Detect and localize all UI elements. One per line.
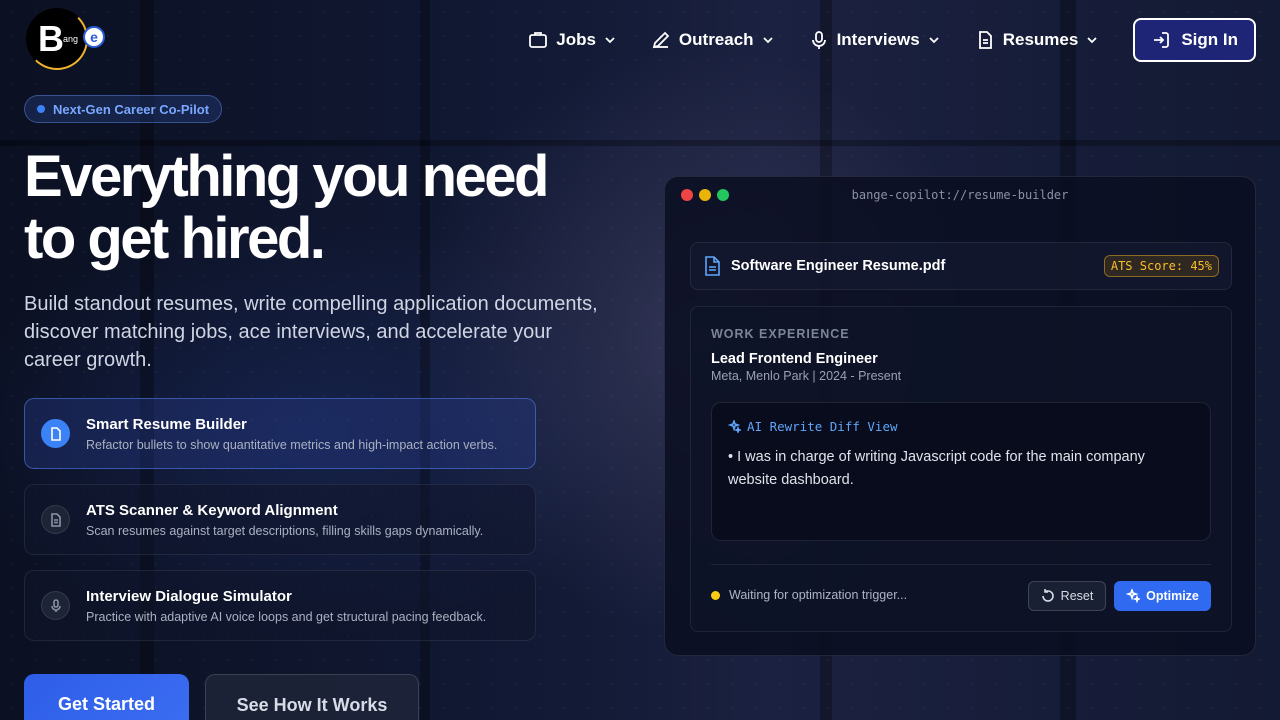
divider	[711, 564, 1211, 565]
chevron-down-icon	[1087, 37, 1097, 44]
see-how-it-works-button[interactable]: See How It Works	[205, 674, 419, 720]
headline-line-2: to get hired.	[24, 206, 326, 271]
diff-title-label: AI Rewrite Diff View	[747, 419, 898, 434]
document-icon	[978, 31, 992, 49]
logo-letter: B	[38, 18, 64, 59]
nav-label: Jobs	[556, 30, 596, 49]
diff-text: • I was in charge of writing Javascript …	[728, 449, 1145, 488]
nav-label: Outreach	[678, 30, 754, 49]
sparkle-icon	[728, 420, 741, 433]
section-label: WORK EXPERIENCE	[711, 327, 850, 341]
chevron-down-icon	[605, 37, 615, 44]
ai-rewrite-diff-panel: AI Rewrite Diff View • I was in charge o…	[711, 402, 1211, 541]
document-icon	[41, 419, 70, 448]
nav-label: Resumes	[1002, 30, 1079, 49]
badge-dot	[37, 105, 45, 113]
work-experience-card: WORK EXPERIENCE Lead Frontend Engineer M…	[690, 306, 1232, 632]
feature-title: ATS Scanner & Keyword Alignment	[86, 501, 338, 519]
resume-builder-preview: bange-copilot://resume-builder Software …	[664, 176, 1256, 656]
feature-smart-resume-builder[interactable]: Smart Resume Builder Refactor bullets to…	[24, 398, 536, 469]
diff-title: AI Rewrite Diff View	[728, 419, 898, 434]
window-url: bange-copilot://resume-builder	[851, 188, 1069, 202]
reset-icon	[1041, 589, 1054, 602]
pen-icon	[652, 31, 670, 49]
hero-badge: Next-Gen Career Co-Pilot	[24, 95, 223, 123]
chevron-down-icon	[929, 37, 939, 44]
hero-subtext: Build standout resumes, write compelling…	[24, 293, 598, 371]
reset-label: Reset	[1060, 589, 1094, 603]
get-started-button[interactable]: Get Started	[24, 674, 189, 720]
nav-item-outreach[interactable]: Outreach	[651, 30, 774, 50]
feature-title: Interview Dialogue Simulator	[86, 587, 292, 605]
feature-desc: Refactor bullets to show quantitative me…	[86, 437, 498, 452]
nav-label: Interviews	[836, 30, 920, 49]
ats-score-badge: ATS Score: 45%	[1103, 255, 1219, 277]
feature-desc: Practice with adaptive AI voice loops an…	[86, 609, 487, 624]
job-role: Lead Frontend Engineer	[711, 351, 878, 367]
sign-in-label: Sign In	[1181, 30, 1238, 49]
main-nav: Jobs Outreach Interviews Resumes Sign In	[528, 18, 1256, 62]
mic-icon	[41, 591, 70, 620]
feature-desc: Scan resumes against target descriptions…	[86, 523, 484, 538]
mic-icon	[811, 31, 826, 49]
sign-in-icon	[1154, 32, 1170, 48]
file-text-icon	[41, 505, 70, 534]
sparkle-icon	[1126, 589, 1141, 603]
logo-end: e	[83, 26, 105, 48]
chevron-down-icon	[762, 37, 773, 44]
document-icon	[705, 256, 720, 276]
brand-logo[interactable]: B ang e	[26, 8, 106, 70]
optimization-status: Waiting for optimization trigger...	[711, 588, 907, 602]
feature-interview-simulator[interactable]: Interview Dialogue Simulator Practice wi…	[24, 570, 536, 641]
sign-in-button[interactable]: Sign In	[1133, 18, 1256, 62]
nav-item-jobs[interactable]: Jobs	[528, 30, 616, 50]
feature-ats-scanner[interactable]: ATS Scanner & Keyword Alignment Scan res…	[24, 484, 536, 555]
feature-title: Smart Resume Builder	[86, 415, 247, 433]
status-label: Waiting for optimization trigger...	[729, 588, 908, 602]
status-dot	[711, 590, 720, 600]
hero-headline: Everything you need to get hired.	[24, 146, 624, 270]
nav-item-interviews[interactable]: Interviews	[809, 30, 940, 50]
job-company: Meta, Menlo Park | 2024 - Present	[711, 369, 902, 383]
logo-middle: ang	[63, 34, 79, 44]
headline-line-1: Everything you need	[24, 144, 549, 209]
resume-file-name: Software Engineer Resume.pdf	[731, 258, 946, 274]
briefcase-icon	[529, 32, 548, 48]
reset-button[interactable]: Reset	[1028, 581, 1106, 611]
resume-file-bar[interactable]: Software Engineer Resume.pdf ATS Score: …	[690, 242, 1232, 290]
nav-item-resumes[interactable]: Resumes	[975, 30, 1099, 50]
badge-label: Next-Gen Career Co-Pilot	[53, 101, 210, 117]
optimize-label: Optimize	[1146, 589, 1199, 603]
optimize-button[interactable]: Optimize	[1114, 581, 1211, 611]
